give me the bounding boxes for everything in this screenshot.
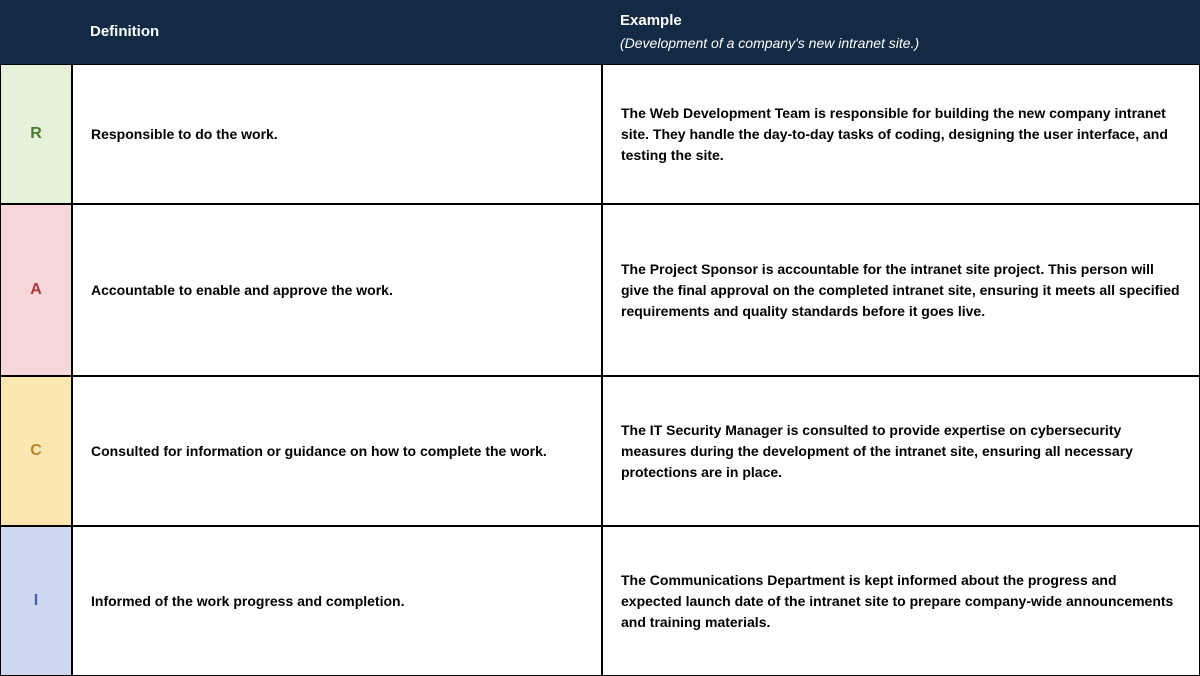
ex-pre-r: The Web Development Team is <box>621 105 830 121</box>
ex-pre-c: The IT Security Manager is <box>621 422 802 438</box>
letter-c: C <box>0 376 72 526</box>
def-bold-c: Consulted <box>91 443 159 459</box>
definition-i: Informed of the work progress and comple… <box>72 526 602 676</box>
header-example-subtitle: (Development of a company's new intranet… <box>620 33 919 54</box>
ex-pre-i: The Communications Department is kept <box>621 572 897 588</box>
def-rest-c: for information or guidance on how to co… <box>159 443 546 459</box>
header-definition: Definition <box>72 0 602 64</box>
def-rest-r: to do the work. <box>174 126 277 142</box>
letter-i: I <box>0 526 72 676</box>
definition-a: Accountable to enable and approve the wo… <box>72 204 602 376</box>
header-example-title: Example <box>620 10 682 33</box>
example-a: The Project Sponsor is accountable for t… <box>602 204 1200 376</box>
def-bold-a: Accountable <box>91 282 175 298</box>
example-r: The Web Development Team is responsible … <box>602 64 1200 204</box>
def-rest-a: to enable and approve the work. <box>175 282 393 298</box>
ex-pre-a: The Project Sponsor is <box>621 261 777 277</box>
example-c: The IT Security Manager is consulted to … <box>602 376 1200 526</box>
header-example: Example (Development of a company's new … <box>602 0 1200 64</box>
def-bold-r: Responsible <box>91 126 174 142</box>
ex-bold-a: accountable <box>777 261 859 277</box>
example-i: The Communications Department is kept in… <box>602 526 1200 676</box>
definition-c: Consulted for information or guidance on… <box>72 376 602 526</box>
raci-table: Definition Example (Development of a com… <box>0 0 1200 676</box>
header-blank <box>0 0 72 64</box>
ex-bold-c: consulted <box>802 422 868 438</box>
letter-r: R <box>0 64 72 204</box>
def-rest-i: of the work progress and completion. <box>151 593 405 609</box>
ex-bold-i: informed <box>897 572 957 588</box>
ex-bold-r: responsible <box>830 105 909 121</box>
definition-r: Responsible to do the work. <box>72 64 602 204</box>
letter-a: A <box>0 204 72 376</box>
def-bold-i: Informed <box>91 593 151 609</box>
